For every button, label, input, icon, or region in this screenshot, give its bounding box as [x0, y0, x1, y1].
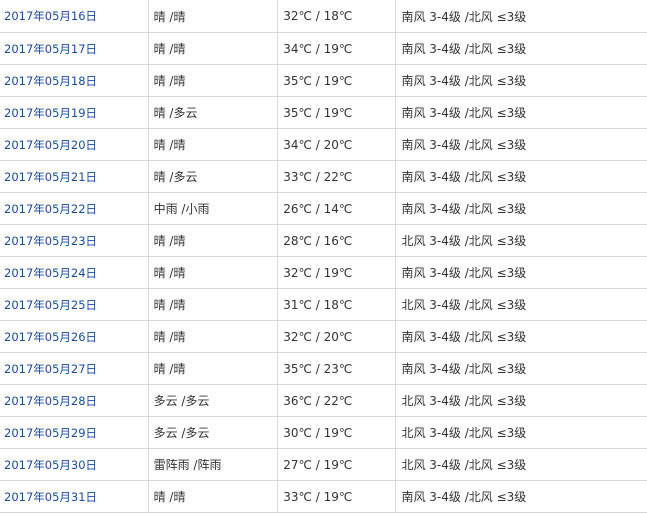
- temperature-cell: 30℃ / 19℃: [277, 416, 397, 449]
- temperature-cell: 27℃ / 19℃: [277, 448, 397, 481]
- table-row: 2017年05月21日 晴 /多云 33℃ / 22℃ 南风 3-4级 /北风 …: [0, 160, 647, 193]
- date-link[interactable]: 2017年05月29日: [4, 426, 97, 440]
- date-cell: 2017年05月16日: [0, 0, 149, 33]
- condition-cell: 晴 /晴: [147, 320, 279, 353]
- table-row: 2017年05月22日 中雨 /小雨 26℃ / 14℃ 南风 3-4级 /北风…: [0, 192, 647, 225]
- wind-cell: 南风 3-4级 /北风 ≤3级: [395, 352, 647, 385]
- table-row: 2017年05月24日 晴 /晴 32℃ / 19℃ 南风 3-4级 /北风 ≤…: [0, 256, 647, 289]
- date-cell: 2017年05月21日: [0, 160, 149, 193]
- date-link[interactable]: 2017年05月16日: [4, 9, 97, 23]
- date-link[interactable]: 2017年05月24日: [4, 266, 97, 280]
- date-link[interactable]: 2017年05月25日: [4, 298, 97, 312]
- date-cell: 2017年05月24日: [0, 256, 149, 289]
- condition-cell: 晴 /多云: [147, 160, 279, 193]
- wind-cell: 南风 3-4级 /北风 ≤3级: [395, 32, 647, 65]
- date-link[interactable]: 2017年05月19日: [4, 106, 97, 120]
- date-link[interactable]: 2017年05月17日: [4, 42, 97, 56]
- table-row: 2017年05月30日 雷阵雨 /阵雨 27℃ / 19℃ 北风 3-4级 /北…: [0, 448, 647, 481]
- table-row: 2017年05月29日 多云 /多云 30℃ / 19℃ 北风 3-4级 /北风…: [0, 416, 647, 449]
- condition-cell: 晴 /晴: [147, 480, 279, 513]
- date-cell: 2017年05月19日: [0, 96, 149, 129]
- date-cell: 2017年05月20日: [0, 128, 149, 161]
- wind-cell: 南风 3-4级 /北风 ≤3级: [395, 480, 647, 513]
- condition-cell: 晴 /晴: [147, 32, 279, 65]
- weather-table-body: 2017年05月16日 晴 /晴 32℃ / 18℃ 南风 3-4级 /北风 ≤…: [0, 0, 647, 513]
- condition-cell: 多云 /多云: [147, 416, 279, 449]
- date-cell: 2017年05月23日: [0, 224, 149, 257]
- wind-cell: 南风 3-4级 /北风 ≤3级: [395, 0, 647, 33]
- wind-cell: 南风 3-4级 /北风 ≤3级: [395, 128, 647, 161]
- wind-cell: 北风 3-4级 /北风 ≤3级: [395, 224, 647, 257]
- date-link[interactable]: 2017年05月20日: [4, 138, 97, 152]
- condition-cell: 多云 /多云: [147, 384, 279, 417]
- weather-table: 2017年05月16日 晴 /晴 32℃ / 18℃ 南风 3-4级 /北风 ≤…: [0, 0, 647, 513]
- temperature-cell: 34℃ / 19℃: [277, 32, 397, 65]
- temperature-cell: 28℃ / 16℃: [277, 224, 397, 257]
- table-row: 2017年05月16日 晴 /晴 32℃ / 18℃ 南风 3-4级 /北风 ≤…: [0, 0, 647, 33]
- table-row: 2017年05月20日 晴 /晴 34℃ / 20℃ 南风 3-4级 /北风 ≤…: [0, 128, 647, 161]
- condition-cell: 中雨 /小雨: [147, 192, 279, 225]
- date-cell: 2017年05月30日: [0, 448, 149, 481]
- condition-cell: 晴 /多云: [147, 96, 279, 129]
- wind-cell: 北风 3-4级 /北风 ≤3级: [395, 448, 647, 481]
- date-link[interactable]: 2017年05月30日: [4, 458, 97, 472]
- condition-cell: 晴 /晴: [147, 288, 279, 321]
- temperature-cell: 35℃ / 23℃: [277, 352, 397, 385]
- table-row: 2017年05月26日 晴 /晴 32℃ / 20℃ 南风 3-4级 /北风 ≤…: [0, 320, 647, 353]
- wind-cell: 北风 3-4级 /北风 ≤3级: [395, 384, 647, 417]
- temperature-cell: 33℃ / 22℃: [277, 160, 397, 193]
- date-link[interactable]: 2017年05月31日: [4, 490, 97, 504]
- temperature-cell: 36℃ / 22℃: [277, 384, 397, 417]
- table-row: 2017年05月28日 多云 /多云 36℃ / 22℃ 北风 3-4级 /北风…: [0, 384, 647, 417]
- date-link[interactable]: 2017年05月23日: [4, 234, 97, 248]
- temperature-cell: 26℃ / 14℃: [277, 192, 397, 225]
- date-link[interactable]: 2017年05月22日: [4, 202, 97, 216]
- wind-cell: 南风 3-4级 /北风 ≤3级: [395, 64, 647, 97]
- date-cell: 2017年05月26日: [0, 320, 149, 353]
- table-row: 2017年05月17日 晴 /晴 34℃ / 19℃ 南风 3-4级 /北风 ≤…: [0, 32, 647, 65]
- date-cell: 2017年05月17日: [0, 32, 149, 65]
- wind-cell: 南风 3-4级 /北风 ≤3级: [395, 192, 647, 225]
- condition-cell: 晴 /晴: [147, 352, 279, 385]
- table-row: 2017年05月18日 晴 /晴 35℃ / 19℃ 南风 3-4级 /北风 ≤…: [0, 64, 647, 97]
- table-row: 2017年05月23日 晴 /晴 28℃ / 16℃ 北风 3-4级 /北风 ≤…: [0, 224, 647, 257]
- condition-cell: 晴 /晴: [147, 128, 279, 161]
- condition-cell: 晴 /晴: [147, 0, 279, 33]
- condition-cell: 晴 /晴: [147, 64, 279, 97]
- temperature-cell: 34℃ / 20℃: [277, 128, 397, 161]
- temperature-cell: 32℃ / 18℃: [277, 0, 397, 33]
- date-link[interactable]: 2017年05月18日: [4, 74, 97, 88]
- date-link[interactable]: 2017年05月21日: [4, 170, 97, 184]
- temperature-cell: 32℃ / 19℃: [277, 256, 397, 289]
- date-cell: 2017年05月25日: [0, 288, 149, 321]
- temperature-cell: 32℃ / 20℃: [277, 320, 397, 353]
- wind-cell: 北风 3-4级 /北风 ≤3级: [395, 288, 647, 321]
- date-cell: 2017年05月22日: [0, 192, 149, 225]
- condition-cell: 晴 /晴: [147, 224, 279, 257]
- temperature-cell: 31℃ / 18℃: [277, 288, 397, 321]
- date-link[interactable]: 2017年05月28日: [4, 394, 97, 408]
- table-row: 2017年05月31日 晴 /晴 33℃ / 19℃ 南风 3-4级 /北风 ≤…: [0, 480, 647, 513]
- date-cell: 2017年05月29日: [0, 416, 149, 449]
- wind-cell: 南风 3-4级 /北风 ≤3级: [395, 320, 647, 353]
- date-cell: 2017年05月27日: [0, 352, 149, 385]
- condition-cell: 雷阵雨 /阵雨: [147, 448, 279, 481]
- wind-cell: 南风 3-4级 /北风 ≤3级: [395, 160, 647, 193]
- wind-cell: 南风 3-4级 /北风 ≤3级: [395, 256, 647, 289]
- wind-cell: 北风 3-4级 /北风 ≤3级: [395, 416, 647, 449]
- table-row: 2017年05月25日 晴 /晴 31℃ / 18℃ 北风 3-4级 /北风 ≤…: [0, 288, 647, 321]
- temperature-cell: 35℃ / 19℃: [277, 96, 397, 129]
- date-cell: 2017年05月31日: [0, 480, 149, 513]
- condition-cell: 晴 /晴: [147, 256, 279, 289]
- date-link[interactable]: 2017年05月27日: [4, 362, 97, 376]
- wind-cell: 南风 3-4级 /北风 ≤3级: [395, 96, 647, 129]
- temperature-cell: 35℃ / 19℃: [277, 64, 397, 97]
- date-cell: 2017年05月18日: [0, 64, 149, 97]
- temperature-cell: 33℃ / 19℃: [277, 480, 397, 513]
- table-row: 2017年05月27日 晴 /晴 35℃ / 23℃ 南风 3-4级 /北风 ≤…: [0, 352, 647, 385]
- date-cell: 2017年05月28日: [0, 384, 149, 417]
- table-row: 2017年05月19日 晴 /多云 35℃ / 19℃ 南风 3-4级 /北风 …: [0, 96, 647, 129]
- date-link[interactable]: 2017年05月26日: [4, 330, 97, 344]
